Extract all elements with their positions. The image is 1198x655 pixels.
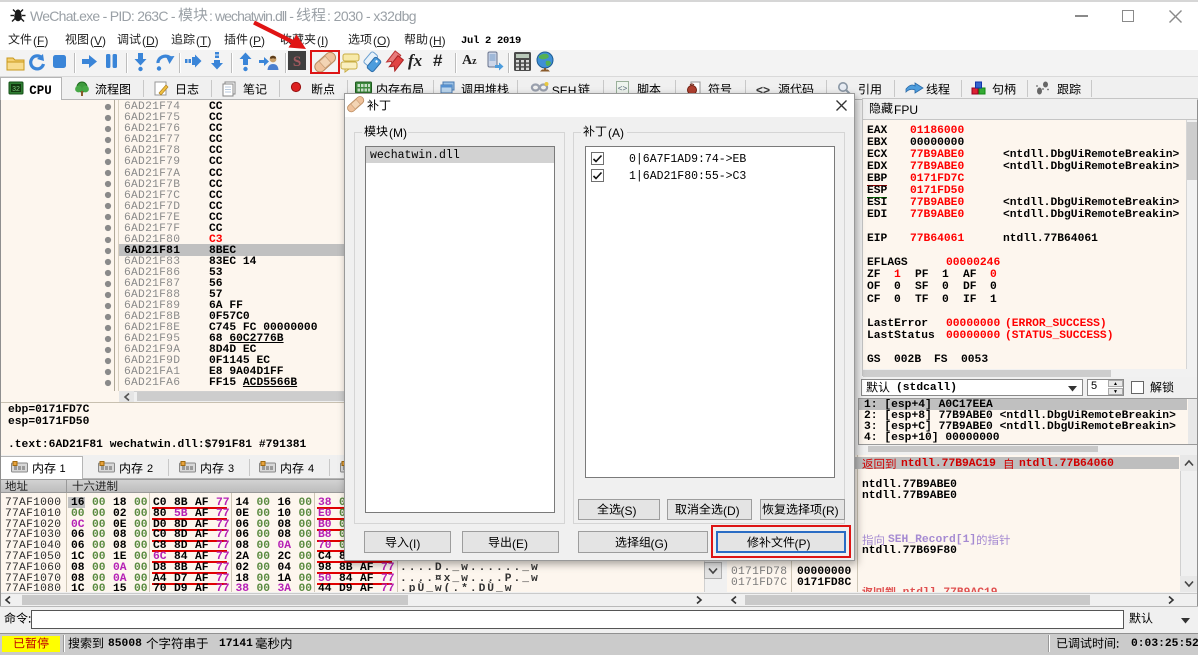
svg-text:32: 32 <box>12 86 20 93</box>
